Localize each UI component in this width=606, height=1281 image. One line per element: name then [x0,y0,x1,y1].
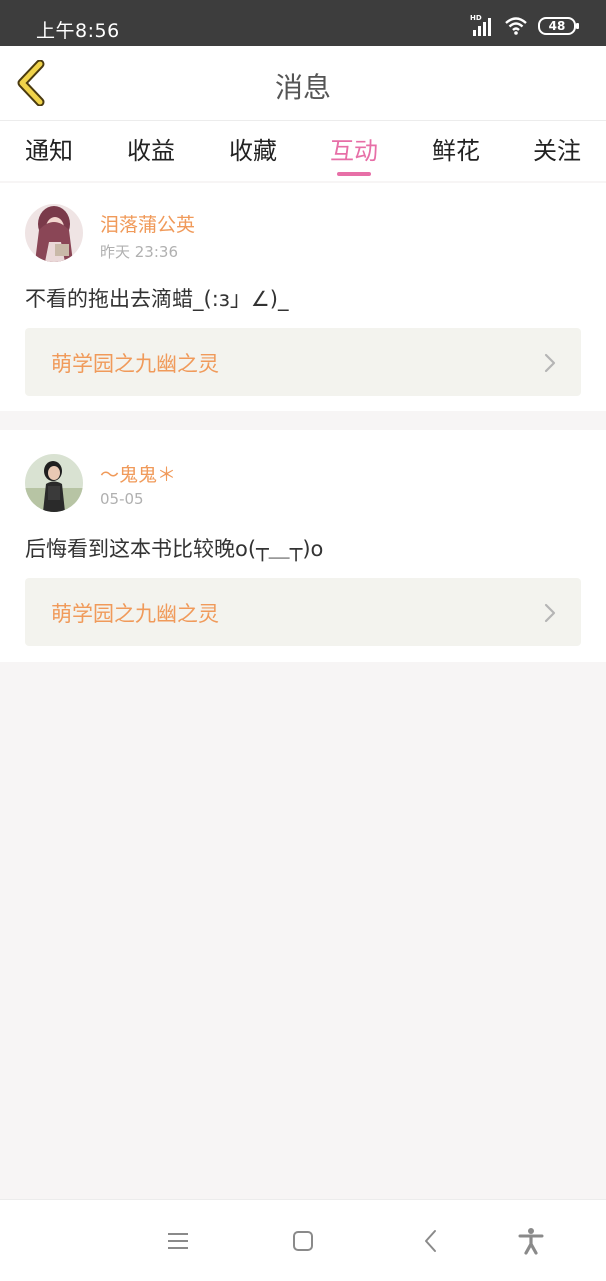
app-header: 消息 [0,46,606,121]
avatar[interactable] [25,204,83,262]
wifi-icon [505,17,527,35]
tab-notifications[interactable]: 通知 [9,131,89,166]
avatar[interactable] [25,454,83,512]
status-bar: 上午8:56 HD 48 [0,0,606,46]
system-navigation-bar [0,1199,606,1281]
back-icon [425,1230,436,1252]
menu-button[interactable] [163,1226,193,1256]
username[interactable]: ～鬼鬼＊ [100,460,176,487]
message-card: 泪落蒲公英 昨天 23:36 不看的拖出去滴蜡_(:з」∠)_ 萌学园之九幽之灵 [0,183,606,411]
tab-bar: 通知 收益 收藏 互动 鲜花 关注 [0,121,606,181]
page-title: 消息 [274,71,331,104]
nav-back-button[interactable] [416,1226,446,1256]
chevron-right-icon [544,603,556,623]
comment-text: 后悔看到这本书比较晚o(┬＿┬)o [25,537,324,561]
tab-favorites[interactable]: 收藏 [213,131,293,166]
menu-icon [168,1233,188,1249]
tab-follow[interactable]: 关注 [517,131,597,166]
tab-label: 收益 [127,137,175,165]
tab-label: 鲜花 [432,137,480,165]
accessibility-icon [518,1228,544,1255]
battery-icon: 48 [538,17,579,35]
book-link[interactable]: 萌学园之九幽之灵 [25,328,581,396]
tab-flowers[interactable]: 鲜花 [416,131,496,166]
active-tab-indicator [337,172,371,176]
tab-label: 收藏 [229,137,277,165]
message-date: 05-05 [100,490,144,508]
home-button[interactable] [288,1226,318,1256]
chevron-right-icon [544,353,556,373]
tab-interactions[interactable]: 互动 [314,131,394,176]
message-card: ～鬼鬼＊ 05-05 后悔看到这本书比较晚o(┬＿┬)o 萌学园之九幽之灵 [0,430,606,662]
tab-earnings[interactable]: 收益 [111,131,191,166]
tab-label: 互动 [330,137,378,165]
home-icon [293,1231,313,1251]
message-date: 昨天 23:36 [100,243,178,261]
book-title: 萌学园之九幽之灵 [51,352,219,376]
book-title: 萌学园之九幽之灵 [51,602,219,626]
tab-label: 关注 [533,137,581,165]
accessibility-button[interactable] [516,1226,546,1256]
status-time: 上午8:56 [36,20,120,42]
username[interactable]: 泪落蒲公英 [100,210,195,237]
status-icons: HD 48 [470,14,579,36]
comment-text: 不看的拖出去滴蜡_(:з」∠)_ [25,287,289,311]
signal-icon: HD [470,14,494,36]
tab-label: 通知 [25,137,73,165]
book-link[interactable]: 萌学园之九幽之灵 [25,578,581,646]
